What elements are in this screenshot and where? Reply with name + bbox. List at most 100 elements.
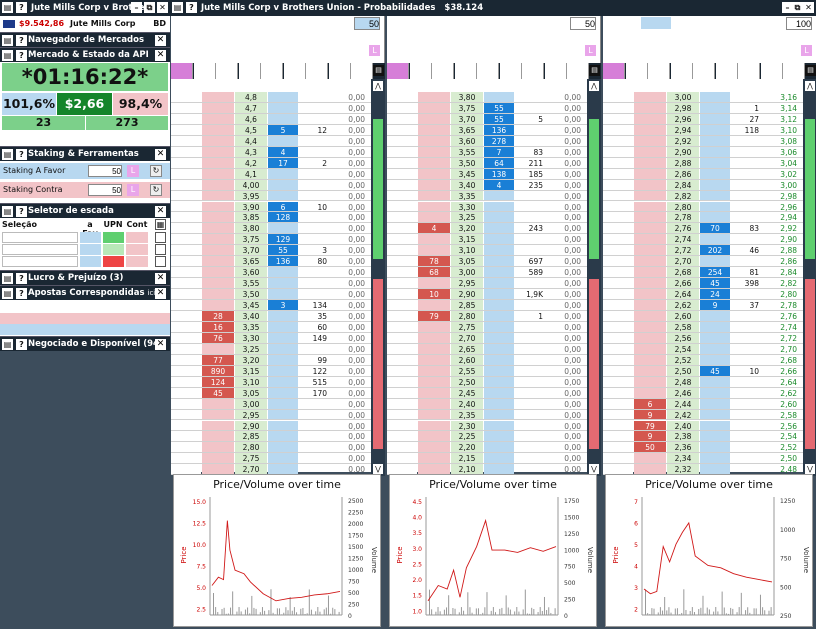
lay-cell[interactable] [700,92,730,102]
ladder-row[interactable]: 16 3,35 60 0,00 [171,321,371,333]
ladder-row[interactable]: 2,52 2,68 [603,354,803,366]
back-cell[interactable] [634,300,666,310]
stake-button-200[interactable] [670,63,693,79]
menu-icon[interactable]: ▤ [2,149,13,160]
lay-amount[interactable] [171,409,201,420]
ladder-row[interactable]: 3,90 6 10 0,00 [171,201,371,213]
lay-amount[interactable] [171,146,201,157]
back-cell[interactable] [202,398,234,409]
stake-button-100[interactable] [193,63,216,79]
back-cell[interactable] [418,212,450,223]
lay-cell[interactable] [484,365,514,376]
ladder-row[interactable]: 3,15 0,00 [387,234,587,246]
staking-favor-input[interactable] [88,165,122,177]
selector-number[interactable] [155,256,166,267]
ladder-row[interactable]: 3,60 0,00 [171,267,371,279]
section-api[interactable]: ▤? Mercado & Estado da API ✕ [0,47,170,62]
ladder-scrollbar[interactable]: ⋀ ⋁ [587,79,601,477]
lay-amount[interactable] [171,113,201,124]
back-cell[interactable] [634,212,666,223]
lay-cell[interactable] [268,278,298,289]
ladder-row[interactable]: 4,1 0,00 [171,168,371,180]
ladder-row[interactable]: 2,75 0,00 [387,321,587,333]
lay-amount[interactable] [603,332,633,343]
ladder-row[interactable]: 4,7 0,00 [171,102,371,114]
lay-amount[interactable] [387,289,417,300]
lay-cell[interactable] [484,234,514,245]
back-cell[interactable] [202,464,234,475]
ladder-row[interactable]: 2,50 45 10 2,66 [603,365,803,377]
lay-amount[interactable] [603,124,633,135]
stake-button-450[interactable] [351,63,373,79]
lay-amount[interactable] [603,92,633,102]
ladder-row[interactable]: 79 2,40 2,56 [603,420,803,432]
back-cell[interactable] [634,267,666,278]
ladder-row[interactable]: 2,70 0,00 [387,332,587,344]
ladder-row[interactable]: 2,25 0,00 [387,431,587,443]
staking-contra-input[interactable] [88,184,122,196]
back-cell[interactable] [202,267,234,278]
lay-cell[interactable]: 129 [268,234,298,244]
stake-lock-icon[interactable]: L [585,45,596,56]
ladder-row[interactable]: 3,35 0,00 [387,190,587,202]
back-cell[interactable] [202,190,234,201]
back-cell[interactable] [202,278,234,289]
lay-cell[interactable]: 138 [484,168,514,179]
back-cell[interactable] [418,102,450,113]
lay-amount[interactable] [603,245,633,256]
section-seletor[interactable]: ▤? Seletor de escada ✕ [0,203,170,218]
back-cell[interactable] [202,453,234,464]
lay-amount[interactable] [603,179,633,190]
lay-amount[interactable] [603,464,633,475]
back-cell[interactable] [202,92,234,102]
stake-button-50[interactable] [603,63,625,79]
back-cell[interactable] [202,409,234,420]
back-cell[interactable] [418,168,450,179]
lay-amount[interactable] [387,179,417,190]
ladder-row[interactable]: 2,48 2,64 [603,376,803,388]
back-cell[interactable] [634,124,666,135]
ladder-row[interactable]: 2,56 2,72 [603,332,803,344]
ladder-row[interactable]: 2,70 2,86 [603,256,803,268]
ladder-row[interactable]: 2,46 2,62 [603,387,803,399]
back-cell[interactable] [634,102,666,113]
ladder-row[interactable]: 3,95 0,00 [171,190,371,202]
back-cell[interactable] [418,376,450,387]
stake-button-300[interactable] [715,63,738,79]
lay-cell[interactable] [268,311,298,321]
lay-amount[interactable] [387,321,417,332]
lay-cell[interactable] [268,113,298,124]
back-cell[interactable] [634,201,666,212]
ladder-row[interactable]: 3,00 3,16 [603,92,803,103]
stake-button-100[interactable] [409,63,432,79]
lay-cell[interactable]: 45 [700,278,730,288]
section-lucro[interactable]: ▤? Lucro & Prejuízo (3) ✕ [0,270,170,285]
back-cell[interactable] [418,201,450,212]
ladder-row[interactable]: 3,85 128 0,00 [171,212,371,224]
lay-amount[interactable] [603,201,633,212]
back-cell[interactable] [418,354,450,365]
lay-amount[interactable] [387,311,417,321]
ladder-row[interactable]: 2,72 202 46 2,88 [603,245,803,257]
lay-amount[interactable] [387,278,417,289]
lay-cell[interactable] [700,190,730,201]
lay-amount[interactable] [603,376,633,387]
lay-cell[interactable] [484,190,514,201]
back-cell[interactable] [202,223,234,234]
stake-button-350[interactable] [738,63,760,79]
lay-amount[interactable] [171,343,201,354]
lay-amount[interactable] [171,179,201,190]
lay-amount[interactable] [603,409,633,420]
help-icon[interactable]: ? [16,35,27,46]
stake-button-100[interactable] [625,63,648,79]
back-cell[interactable] [634,190,666,201]
lay-amount[interactable] [171,289,201,300]
lay-cell[interactable] [268,179,298,190]
back-cell[interactable] [634,365,666,376]
ladder-row[interactable]: 3,65 136 80 0,00 [171,256,371,268]
stake-button-200[interactable] [454,63,477,79]
ladder-row[interactable]: 2,50 0,00 [387,376,587,388]
ladder-row[interactable]: 2,88 3,04 [603,157,803,169]
lay-amount[interactable] [387,256,417,267]
lay-amount[interactable] [387,387,417,398]
